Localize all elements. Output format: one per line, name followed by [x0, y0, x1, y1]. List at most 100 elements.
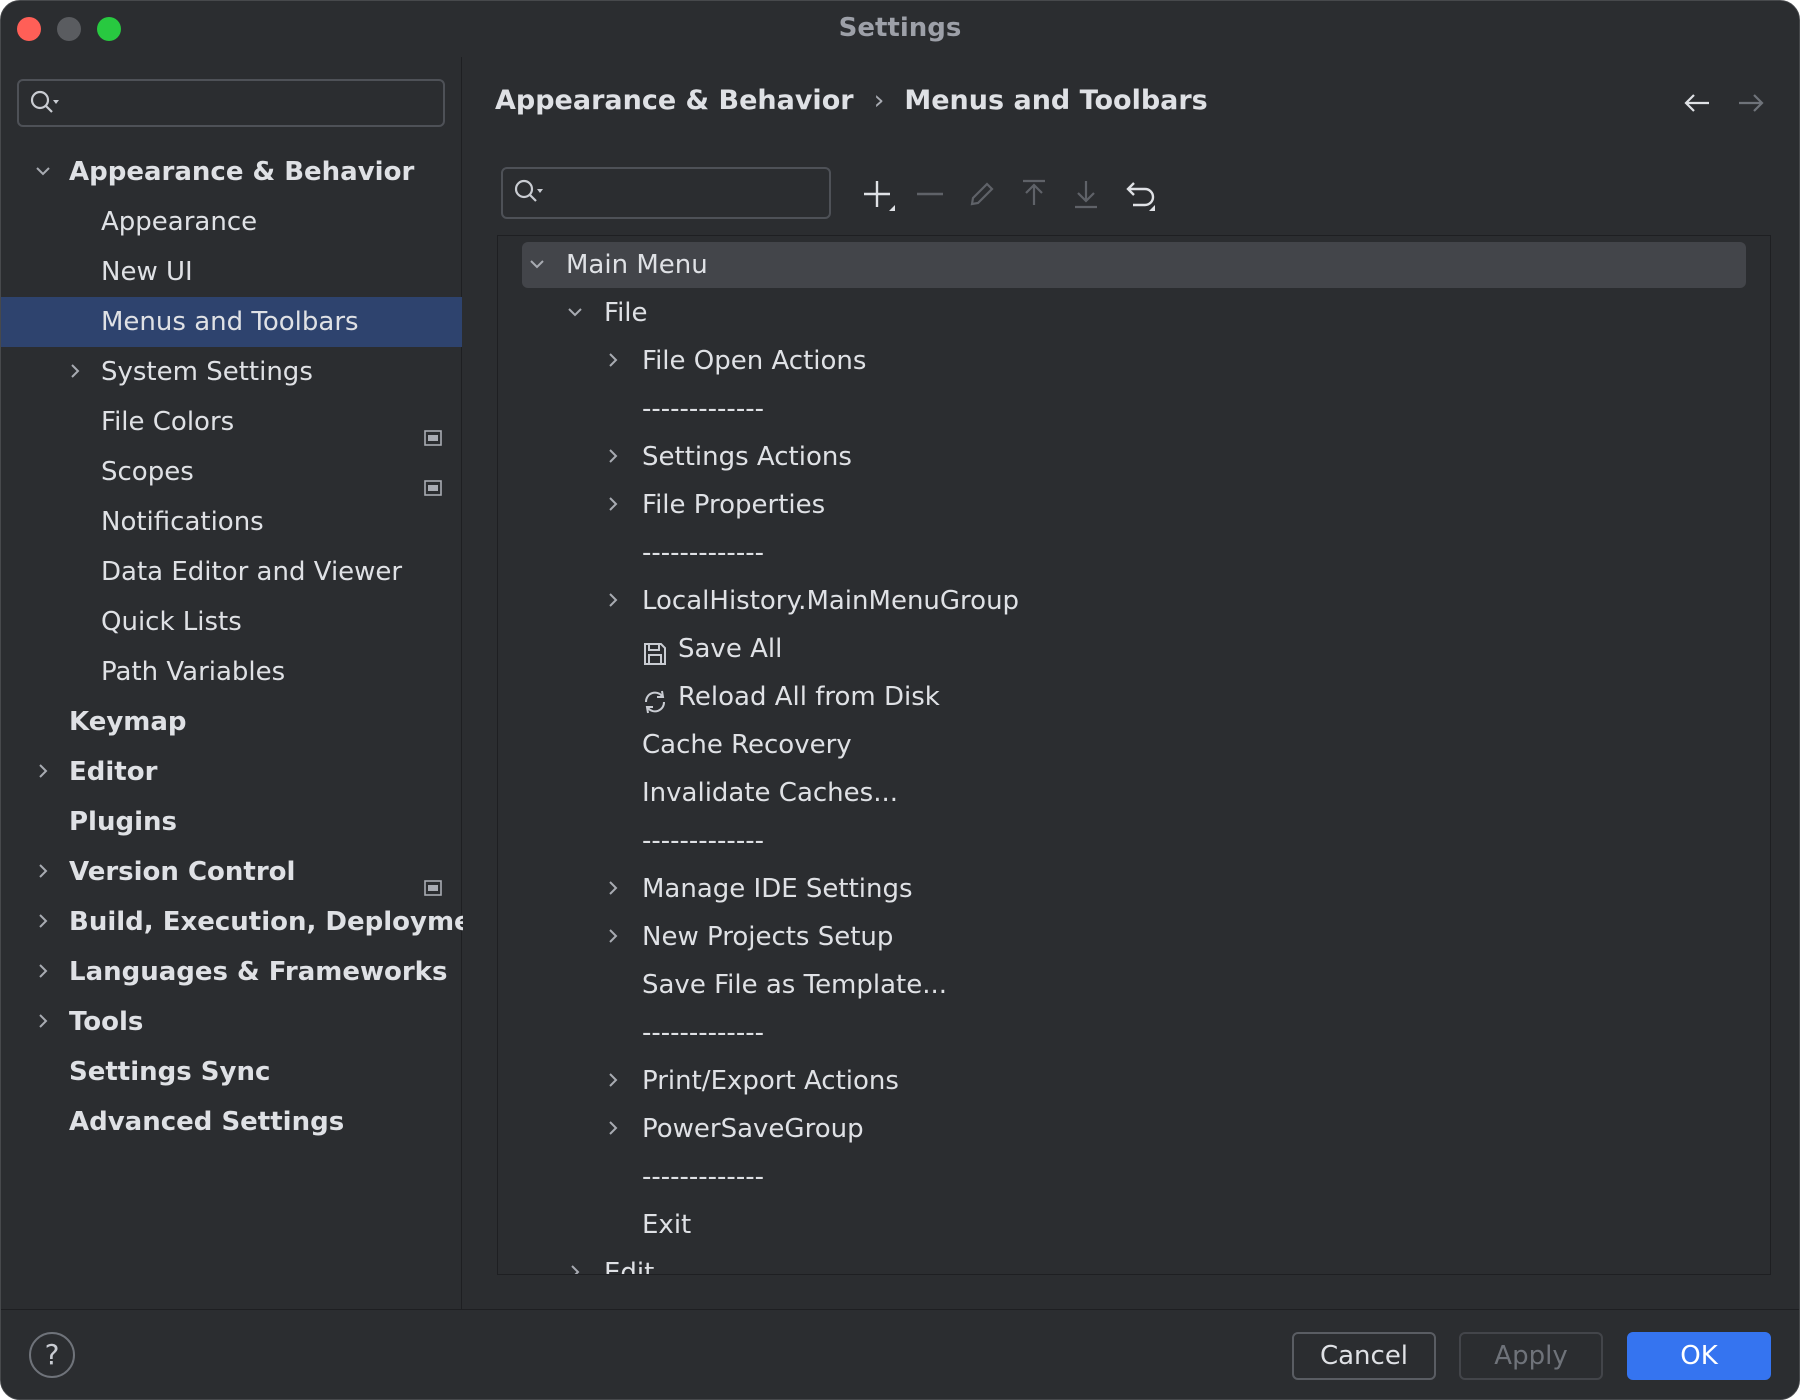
tree-item-exit[interactable]: Exit — [498, 1202, 1770, 1248]
tree-item-separator[interactable]: ------------- — [498, 1154, 1770, 1200]
edit-icon[interactable] — [965, 177, 999, 211]
nav-item-label: System Settings — [101, 357, 313, 387]
breadcrumb-parent[interactable]: Appearance & Behavior — [495, 85, 854, 116]
title-bar: Settings — [1, 1, 1799, 57]
nav-item-label: Keymap — [69, 707, 187, 737]
nav-item-languages-frameworks[interactable]: Languages & Frameworks — [1, 947, 462, 997]
tree-item-label: File Open Actions — [642, 346, 867, 376]
tree-item-label: File — [604, 298, 648, 328]
tree-item-settings-actions[interactable]: Settings Actions — [498, 434, 1770, 480]
breadcrumb: Appearance & Behavior › Menus and Toolbars — [495, 85, 1208, 116]
settings-search-input[interactable] — [17, 79, 445, 127]
tree-item-label: Manage IDE Settings — [642, 874, 913, 904]
tree-item-save-file-as-template[interactable]: Save File as Template... — [498, 962, 1770, 1008]
tree-item-new-projects-setup[interactable]: New Projects Setup — [498, 914, 1770, 960]
tree-item-invalidate-caches[interactable]: Invalidate Caches... — [498, 770, 1770, 816]
help-button[interactable]: ? — [29, 1332, 75, 1378]
settings-sidebar: Appearance & Behavior Appearance New UI … — [1, 57, 503, 1309]
nav-item-label: Build, Execution, Deployment — [69, 907, 503, 937]
tree-item-separator[interactable]: ------------- — [498, 1010, 1770, 1056]
settings-window: Settings Appearance & Behavior Appearanc… — [0, 0, 1800, 1400]
nav-item-label: Plugins — [69, 807, 177, 837]
back-arrow-icon[interactable] — [1683, 91, 1711, 119]
tree-item-separator[interactable]: ------------- — [498, 386, 1770, 432]
nav-item-notifications[interactable]: Notifications — [1, 497, 462, 547]
nav-item-data-editor[interactable]: Data Editor and Viewer — [1, 547, 462, 597]
nav-item-label: Languages & Frameworks — [69, 957, 448, 987]
nav-item-label: File Colors — [101, 407, 235, 437]
tree-item-label: File Properties — [642, 490, 826, 520]
move-up-icon[interactable] — [1017, 177, 1051, 211]
tree-item-cache-recovery[interactable]: Cache Recovery — [498, 722, 1770, 768]
tree-item-label: Exit — [642, 1210, 692, 1240]
nav-item-label: Advanced Settings — [69, 1107, 345, 1137]
forward-arrow-icon[interactable] — [1737, 91, 1765, 119]
separator-label: ------------- — [642, 538, 764, 568]
nav-item-new-ui[interactable]: New UI — [1, 247, 462, 297]
nav-item-menus-toolbars[interactable]: Menus and Toolbars — [1, 297, 462, 347]
nav-item-label: Notifications — [101, 507, 264, 537]
remove-icon[interactable] — [913, 177, 947, 211]
tree-item-label: Invalidate Caches... — [642, 778, 899, 808]
restore-defaults-icon[interactable] — [1121, 177, 1155, 211]
separator-label: ------------- — [642, 826, 764, 856]
nav-item-appearance[interactable]: Appearance — [1, 197, 462, 247]
tree-item-file[interactable]: File — [498, 290, 1770, 336]
nav-item-label: Tools — [69, 1007, 144, 1037]
tree-search-input[interactable] — [501, 167, 831, 219]
nav-item-system-settings[interactable]: System Settings — [1, 347, 462, 397]
nav-item-label: Appearance & Behavior — [69, 157, 415, 187]
breadcrumb-current: Menus and Toolbars — [904, 85, 1208, 116]
breadcrumb-separator: › — [873, 85, 885, 116]
nav-item-label: Editor — [69, 757, 158, 787]
tree-item-manage-ide-settings[interactable]: Manage IDE Settings — [498, 866, 1770, 912]
nav-item-file-colors[interactable]: File Colors — [1, 397, 462, 447]
nav-item-tools[interactable]: Tools — [1, 997, 462, 1047]
nav-item-label: Path Variables — [101, 657, 286, 687]
dialog-footer: ? Cancel Apply OK — [1, 1309, 1799, 1399]
cancel-button[interactable]: Cancel — [1292, 1332, 1436, 1380]
tree-item-label: Edit — [604, 1258, 655, 1275]
separator-label: ------------- — [642, 1018, 764, 1048]
tree-item-label: PowerSaveGroup — [642, 1114, 864, 1144]
nav-item-plugins[interactable]: Plugins — [1, 797, 462, 847]
tree-item-label: Save File as Template... — [642, 970, 948, 1000]
tree-item-print-export-actions[interactable]: Print/Export Actions — [498, 1058, 1770, 1104]
move-down-icon[interactable] — [1069, 177, 1103, 211]
tree-item-reload-all[interactable]: Reload All from Disk — [498, 674, 1770, 720]
nav-item-label: New UI — [101, 257, 193, 287]
add-icon[interactable] — [861, 177, 895, 211]
apply-button[interactable]: Apply — [1459, 1332, 1603, 1380]
tree-item-power-save-group[interactable]: PowerSaveGroup — [498, 1106, 1770, 1152]
tree-toolbar — [501, 167, 1501, 221]
tree-item-file-properties[interactable]: File Properties — [498, 482, 1770, 528]
tree-item-edit[interactable]: Edit — [498, 1250, 1770, 1275]
nav-item-appearance-behavior[interactable]: Appearance & Behavior — [1, 147, 462, 197]
nav-item-path-variables[interactable]: Path Variables — [1, 647, 462, 697]
window-title: Settings — [838, 13, 962, 43]
tree-item-main-menu[interactable]: Main Menu — [498, 242, 1770, 288]
separator-label: ------------- — [642, 1162, 764, 1192]
search-icon — [29, 89, 63, 121]
nav-item-settings-sync[interactable]: Settings Sync — [1, 1047, 462, 1097]
nav-item-keymap[interactable]: Keymap — [1, 697, 462, 747]
nav-item-label: Scopes — [101, 457, 194, 487]
chevron-right-icon[interactable] — [564, 1250, 586, 1274]
ok-button[interactable]: OK — [1627, 1332, 1771, 1380]
nav-item-editor[interactable]: Editor — [1, 747, 462, 797]
nav-item-advanced-settings[interactable]: Advanced Settings — [1, 1097, 462, 1147]
tree-item-file-open-actions[interactable]: File Open Actions — [498, 338, 1770, 384]
tree-item-label: LocalHistory.MainMenuGroup — [642, 586, 1020, 616]
nav-item-label: Appearance — [101, 207, 258, 237]
tree-item-separator[interactable]: ------------- — [498, 530, 1770, 576]
nav-item-version-control[interactable]: Version Control — [1, 847, 462, 897]
nav-item-quick-lists[interactable]: Quick Lists — [1, 597, 462, 647]
tree-item-separator[interactable]: ------------- — [498, 818, 1770, 864]
tree-item-label: Print/Export Actions — [642, 1066, 899, 1096]
tree-item-label: Reload All from Disk — [678, 682, 940, 712]
nav-item-label: Version Control — [69, 857, 296, 887]
nav-item-build-execution-deployment[interactable]: Build, Execution, Deployment — [1, 897, 503, 947]
tree-item-local-history[interactable]: LocalHistory.MainMenuGroup — [498, 578, 1770, 624]
nav-item-scopes[interactable]: Scopes — [1, 447, 462, 497]
tree-item-save-all[interactable]: Save All — [498, 626, 1770, 672]
